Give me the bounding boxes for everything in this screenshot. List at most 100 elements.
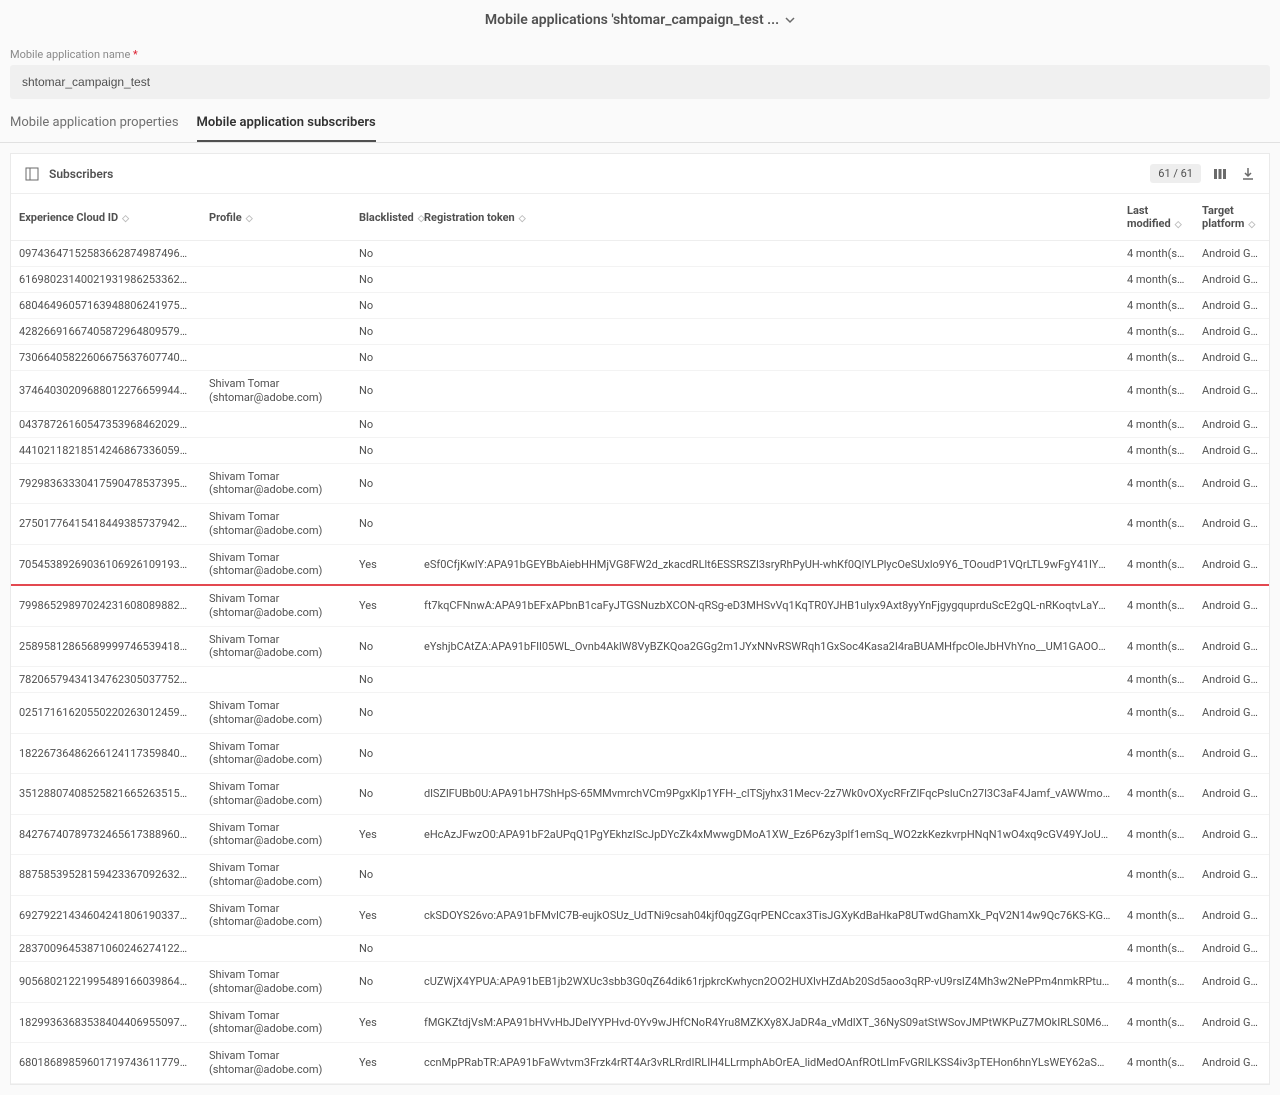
cell-ecid: 42826691667405872964809579796897772335 — [11, 319, 201, 345]
cell-profile — [201, 345, 351, 371]
cell-ecid: 18299363683538404406955097136497597538 — [11, 1002, 201, 1043]
mobile-app-name-input[interactable] — [10, 65, 1270, 99]
table-row[interactable]: 28370096453871060246274122612930411573No… — [11, 936, 1269, 962]
cell-platform: Android GCM — [1194, 936, 1269, 962]
sort-icon: ◇ — [1175, 220, 1182, 230]
cell-platform: Android GCM — [1194, 626, 1269, 667]
cell-profile: Shivam Tomar(shtomar@adobe.com) — [201, 371, 351, 412]
sort-icon: ◇ — [246, 214, 253, 224]
cell-platform: Android GCM — [1194, 814, 1269, 855]
table-row[interactable]: 25895812865689999746539418495037146499Sh… — [11, 626, 1269, 667]
page-header: Mobile applications 'shtomar_campaign_te… — [0, 0, 1280, 40]
tab-subscribers[interactable]: Mobile application subscribers — [197, 115, 376, 142]
cell-ecid: 90568021221995489166039864418698986619 — [11, 962, 201, 1003]
sort-icon: ◇ — [519, 214, 526, 224]
table-row[interactable]: 02517161620550220263012459446984777773Sh… — [11, 693, 1269, 734]
cell-ecid: 61698023140021931986253362641000833088 — [11, 267, 201, 293]
cell-modified: 4 month(s) ago — [1119, 1002, 1194, 1043]
cell-ecid: 18226736486266124117359840081359586587 — [11, 733, 201, 774]
cell-modified: 4 month(s) ago — [1119, 1043, 1194, 1084]
cell-ecid: 79986529897024231608089882315422206724 — [11, 585, 201, 626]
table-row[interactable]: 42826691667405872964809579796897772335No… — [11, 319, 1269, 345]
cell-profile: Shivam Tomar(shtomar@adobe.com) — [201, 1002, 351, 1043]
cell-platform: Android GCM — [1194, 855, 1269, 896]
cell-modified: 4 month(s) ago — [1119, 585, 1194, 626]
table-row[interactable]: 35128807408525821665263515004477139903Sh… — [11, 774, 1269, 815]
table-row[interactable]: 78206579434134762305037752064007915375No… — [11, 667, 1269, 693]
cell-blacklisted: No — [351, 667, 416, 693]
cell-modified: 4 month(s) ago — [1119, 895, 1194, 936]
panel-title: Subscribers — [49, 167, 113, 181]
col-header-blacklisted[interactable]: Blacklisted◇ — [351, 194, 416, 241]
table-row[interactable]: 04378726160547353968462029848371384222No… — [11, 411, 1269, 437]
cell-token — [416, 293, 1119, 319]
cell-modified: 4 month(s) ago — [1119, 733, 1194, 774]
name-field-label: Mobile application name * — [10, 48, 1270, 61]
cell-token — [416, 345, 1119, 371]
cell-blacklisted: No — [351, 463, 416, 504]
table-row[interactable]: 79298363330417590478537395228500341975Sh… — [11, 463, 1269, 504]
cell-blacklisted: No — [351, 733, 416, 774]
cell-ecid: 88758539528159423367092632018894172136 — [11, 855, 201, 896]
col-header-token[interactable]: Registration token◇ — [416, 194, 1119, 241]
table-row[interactable]: 68046496057163948806241975761664222016No… — [11, 293, 1269, 319]
table-row[interactable]: 79986529897024231608089882315422206724Sh… — [11, 585, 1269, 626]
cell-platform: Android GCM — [1194, 293, 1269, 319]
table-row[interactable]: 68018689859601719743611779194207128758Sh… — [11, 1043, 1269, 1084]
cell-token — [416, 411, 1119, 437]
cell-platform: Android GCM — [1194, 1043, 1269, 1084]
download-icon[interactable] — [1239, 165, 1257, 183]
cell-blacklisted: Yes — [351, 1043, 416, 1084]
cell-blacklisted: Yes — [351, 814, 416, 855]
table-row[interactable]: 18226736486266124117359840081359586587Sh… — [11, 733, 1269, 774]
cell-blacklisted: No — [351, 693, 416, 734]
table-row[interactable]: 88758539528159423367092632018894172136Sh… — [11, 855, 1269, 896]
cell-blacklisted: No — [351, 504, 416, 545]
table-row[interactable]: 09743647152583662874987496318013414818No… — [11, 241, 1269, 267]
table-row[interactable]: 90568021221995489166039864418698986619Sh… — [11, 962, 1269, 1003]
cell-modified: 4 month(s) ago — [1119, 504, 1194, 545]
table-row[interactable]: 18299363683538404406955097136497597538Sh… — [11, 1002, 1269, 1043]
cell-token — [416, 667, 1119, 693]
cell-profile — [201, 293, 351, 319]
cell-blacklisted: No — [351, 293, 416, 319]
cell-blacklisted: No — [351, 437, 416, 463]
col-header-ecid[interactable]: Experience Cloud ID◇ — [11, 194, 201, 241]
cell-modified: 4 month(s) ago — [1119, 626, 1194, 667]
cell-token: dlSZlFUBb0U:APA91bH7ShHpS-65MMvmrchVCm9P… — [416, 774, 1119, 815]
table-row[interactable]: 37464030209688012276659944867245960191Sh… — [11, 371, 1269, 412]
col-header-modified[interactable]: Last modified◇ — [1119, 194, 1194, 241]
cell-token — [416, 437, 1119, 463]
cell-ecid: 28370096453871060246274122612930411573 — [11, 936, 201, 962]
col-header-profile[interactable]: Profile◇ — [201, 194, 351, 241]
table-row[interactable]: 44102118218514246867336059137357089003No… — [11, 437, 1269, 463]
cell-modified: 4 month(s) ago — [1119, 267, 1194, 293]
cell-blacklisted: No — [351, 855, 416, 896]
cell-blacklisted: No — [351, 371, 416, 412]
cell-profile: Shivam Tomar(shtomar@adobe.com) — [201, 895, 351, 936]
tab-properties[interactable]: Mobile application properties — [10, 115, 179, 142]
cell-profile: Shivam Tomar(shtomar@adobe.com) — [201, 544, 351, 585]
table-row[interactable]: 27501776415418449385737942837235435807Sh… — [11, 504, 1269, 545]
cell-modified: 4 month(s) ago — [1119, 293, 1194, 319]
cell-token — [416, 855, 1119, 896]
cell-ecid: 84276740789732465617388960893833882748 — [11, 814, 201, 855]
panel-header: Subscribers 61 / 61 — [11, 154, 1269, 194]
columns-config-icon[interactable] — [1211, 165, 1229, 183]
cell-modified: 4 month(s) ago — [1119, 962, 1194, 1003]
cell-modified: 4 month(s) ago — [1119, 345, 1194, 371]
cell-modified: 4 month(s) ago — [1119, 667, 1194, 693]
table-row[interactable]: 73066405822606675637607740983862984733No… — [11, 345, 1269, 371]
cell-ecid: 09743647152583662874987496318013414818 — [11, 241, 201, 267]
col-header-platform[interactable]: Target platform◇ — [1194, 194, 1269, 241]
cell-profile — [201, 437, 351, 463]
table-row[interactable]: 69279221434604241806190337664038409154Sh… — [11, 895, 1269, 936]
table-row[interactable]: 70545389269036106926109193512343825682Sh… — [11, 544, 1269, 585]
table-row[interactable]: 61698023140021931986253362641000833088No… — [11, 267, 1269, 293]
page-title-dropdown[interactable]: Mobile applications 'shtomar_campaign_te… — [485, 12, 795, 28]
table-row[interactable]: 84276740789732465617388960893833882748Sh… — [11, 814, 1269, 855]
cell-platform: Android GCM — [1194, 1002, 1269, 1043]
cell-token — [416, 463, 1119, 504]
sort-icon: ◇ — [1248, 220, 1255, 230]
cell-ecid: 68018689859601719743611779194207128758 — [11, 1043, 201, 1084]
